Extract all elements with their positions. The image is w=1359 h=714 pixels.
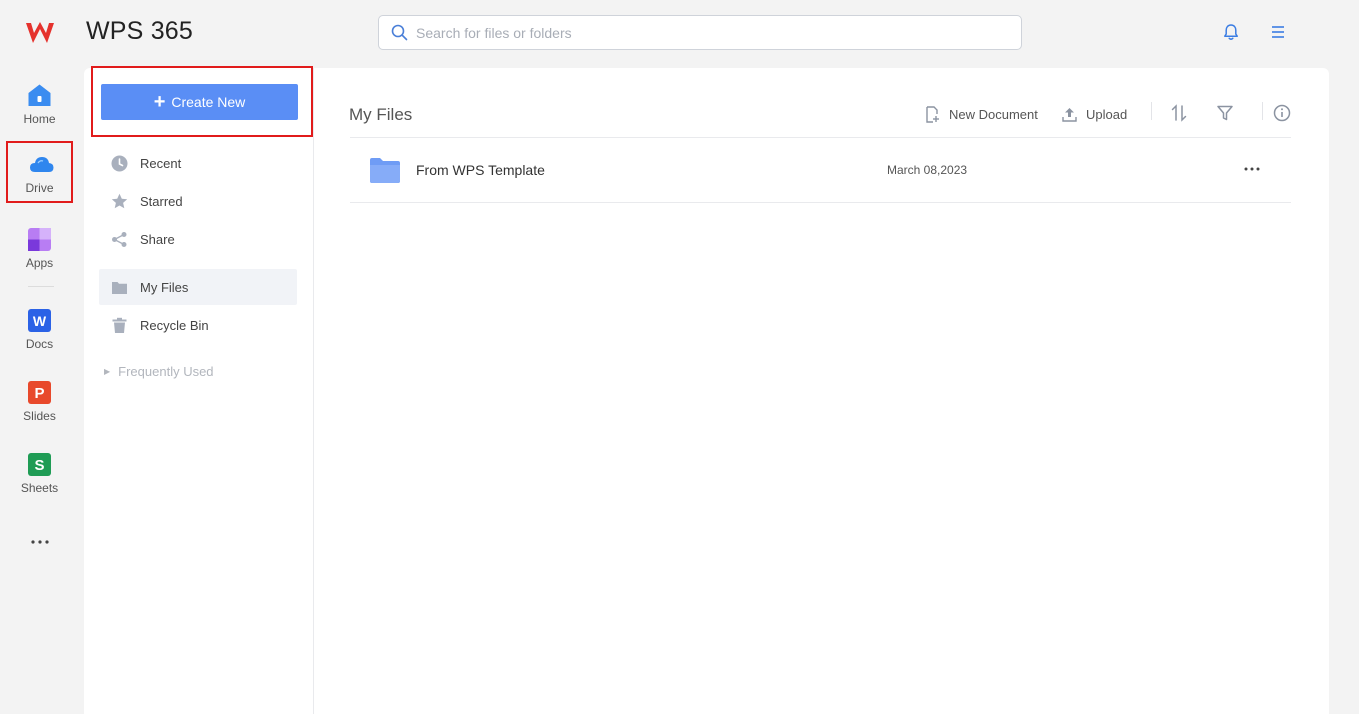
sort-icon[interactable]: [1170, 104, 1188, 122]
rail-item-slides[interactable]: P Slides: [6, 369, 73, 431]
table-row[interactable]: From WPS Template March 08,2023: [350, 138, 1291, 202]
rail-item-drive[interactable]: Drive: [6, 141, 73, 203]
file-name: From WPS Template: [416, 162, 545, 178]
filter-icon[interactable]: [1216, 104, 1234, 122]
apps-icon: [28, 228, 51, 251]
more-apps-icon[interactable]: [28, 530, 52, 554]
sidebar-item-label: My Files: [140, 279, 189, 295]
hamburger-menu-icon[interactable]: [1268, 22, 1288, 42]
file-list-area: My Files New Document Upload From WPS Te…: [315, 68, 1329, 714]
main-panel: + Create New Recent Starred Share My Fil…: [84, 66, 1329, 714]
app-title: WPS 365: [86, 17, 194, 45]
new-document-icon: [926, 105, 939, 123]
rail-item-home[interactable]: Home: [6, 72, 73, 134]
sidebar-item-label: Starred: [140, 193, 183, 209]
sidebar-item-share[interactable]: Share: [99, 221, 297, 257]
docs-icon: W: [28, 309, 51, 332]
rail-label: Drive: [25, 181, 54, 195]
sidebar-item-starred[interactable]: Starred: [99, 183, 297, 219]
home-icon: [28, 84, 51, 106]
row-divider: [350, 202, 1291, 203]
rail-item-apps[interactable]: Apps: [6, 216, 73, 278]
upload-label: Upload: [1086, 106, 1128, 122]
info-icon[interactable]: [1273, 104, 1291, 122]
slides-icon: P: [28, 381, 51, 404]
caret-right-icon: ▶: [104, 367, 111, 376]
search-icon: [391, 24, 408, 41]
rail-divider: [28, 286, 54, 287]
toolbar-divider: [1262, 102, 1263, 120]
search-input[interactable]: [416, 24, 996, 41]
sidebar-item-recent[interactable]: Recent: [99, 145, 297, 181]
toolbar-divider: [1151, 102, 1152, 120]
rail-label: Home: [23, 112, 56, 126]
folder-icon: [112, 281, 127, 294]
clock-icon: [111, 155, 128, 171]
page-title: My Files: [349, 105, 413, 124]
rail-item-sheets[interactable]: S Sheets: [6, 441, 73, 503]
rail-label: Apps: [25, 256, 54, 270]
upload-button[interactable]: Upload: [1061, 104, 1127, 124]
sidebar-item-label: Share: [140, 231, 175, 247]
bell-icon[interactable]: [1221, 22, 1241, 42]
sidebar-item-label: Recent: [140, 155, 182, 171]
trash-icon: [112, 317, 127, 333]
new-document-label: New Document: [949, 106, 1038, 122]
app: WPS 365 Home Drive: [0, 0, 1359, 714]
sidebar-item-label: Recycle Bin: [140, 317, 209, 333]
rail-label: Slides: [23, 409, 56, 423]
drive-sidebar: + Create New Recent Starred Share My Fil…: [84, 66, 314, 714]
wps-logo-icon[interactable]: [24, 20, 56, 46]
plus-icon: +: [153, 91, 166, 113]
svg-text:S: S: [34, 457, 44, 474]
upload-icon: [1062, 107, 1077, 122]
svg-text:W: W: [33, 313, 47, 329]
rail-item-docs[interactable]: W Docs: [6, 297, 73, 359]
star-icon: [111, 193, 128, 208]
rail-label: Sheets: [20, 481, 59, 495]
rail-label: Docs: [25, 337, 54, 351]
folder-icon: [370, 158, 400, 183]
share-icon: [112, 231, 127, 247]
cloud-icon: [30, 157, 54, 172]
svg-text:P: P: [34, 385, 44, 402]
create-new-highlight: + Create New: [91, 66, 313, 137]
sheets-icon: S: [28, 453, 51, 476]
new-document-button[interactable]: New Document: [924, 104, 1038, 124]
search-bar[interactable]: [378, 15, 1022, 50]
create-new-label: Create New: [171, 94, 246, 110]
frequently-used-label: Frequently Used: [118, 364, 214, 379]
sidebar-item-my-files[interactable]: My Files: [99, 269, 297, 305]
more-options-icon[interactable]: [1242, 162, 1262, 176]
create-new-button[interactable]: + Create New: [101, 84, 298, 120]
sidebar-item-recycle-bin[interactable]: Recycle Bin: [99, 307, 297, 343]
frequently-used-toggle[interactable]: ▶ Frequently Used: [104, 364, 214, 379]
file-date: March 08,2023: [887, 163, 968, 177]
